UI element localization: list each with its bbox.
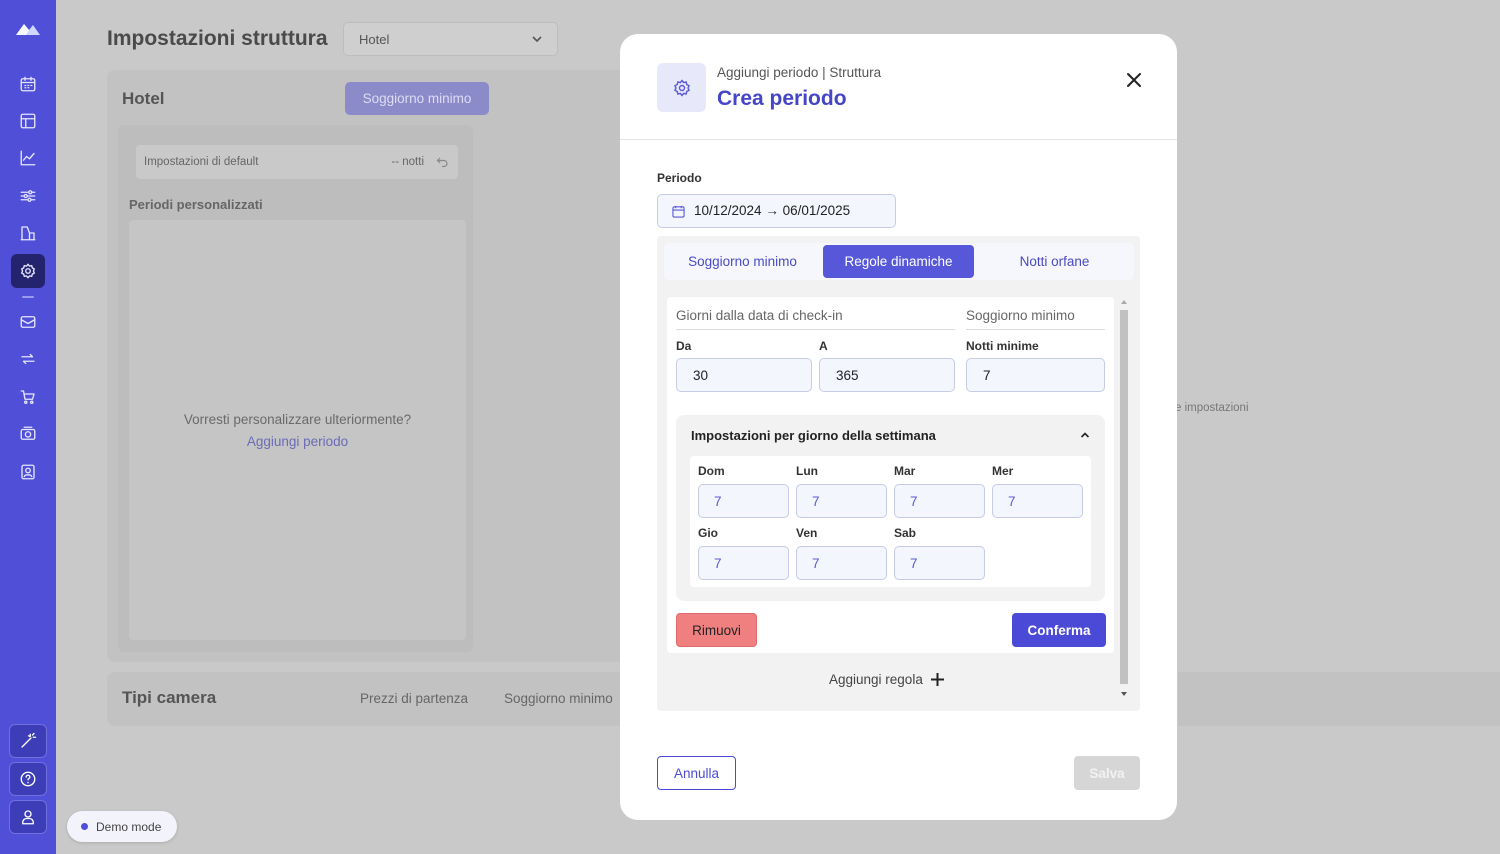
- modal-icon: [657, 63, 706, 112]
- layout-icon[interactable]: [11, 104, 45, 138]
- day-input-mon[interactable]: 7: [796, 484, 887, 518]
- cart-icon[interactable]: [11, 380, 45, 414]
- tab-starting-prices[interactable]: Prezzi di partenza: [360, 691, 468, 706]
- to-days-input[interactable]: 365: [819, 358, 955, 392]
- settings-hint: e impostazioni: [1175, 402, 1249, 414]
- room-types-title: Tipi camera: [122, 688, 217, 707]
- logo-icon: [16, 24, 40, 35]
- camera-icon[interactable]: [11, 417, 45, 451]
- buildings-icon[interactable]: [11, 216, 45, 250]
- period-date-range-field[interactable]: 10/12/2024 → 06/01/2025: [657, 194, 896, 228]
- day-label-sun: Dom: [698, 464, 725, 478]
- from-days-input[interactable]: 30: [676, 358, 812, 392]
- help-icon[interactable]: [9, 762, 47, 796]
- cancel-button[interactable]: Annulla: [657, 756, 736, 790]
- min-stay-header: Soggiorno minimo: [966, 308, 1075, 323]
- modal-divider: [620, 139, 1177, 140]
- tab-min-stay[interactable]: Soggiorno minimo: [504, 691, 613, 706]
- hotel-card-title: Hotel: [122, 89, 165, 108]
- to-label: A: [819, 339, 828, 353]
- modal-title: Crea periodo: [717, 87, 847, 110]
- rules-scrollbar[interactable]: [1118, 298, 1130, 704]
- demo-mode-label: Demo mode: [96, 819, 162, 834]
- save-button[interactable]: Salva: [1074, 756, 1140, 790]
- tab-min-stay[interactable]: Soggiorno minimo: [666, 245, 819, 278]
- default-settings-label: Impostazioni di default: [144, 156, 259, 168]
- min-stay-tab-button[interactable]: Soggiorno minimo: [345, 82, 489, 115]
- scroll-down-icon[interactable]: [1121, 692, 1127, 696]
- day-input-sun[interactable]: 7: [698, 484, 789, 518]
- calendar-icon[interactable]: [11, 67, 45, 101]
- create-period-modal: Aggiungi periodo | Struttura Crea period…: [620, 34, 1177, 820]
- add-rule-label: Aggiungi regola: [829, 672, 923, 687]
- add-period-link[interactable]: Aggiungi periodo: [129, 434, 466, 449]
- period-label: Periodo: [657, 171, 702, 185]
- remove-rule-button[interactable]: Rimuovi: [676, 613, 757, 647]
- confirm-rule-button[interactable]: Conferma: [1012, 613, 1106, 647]
- scroll-thumb[interactable]: [1120, 310, 1128, 684]
- chart-icon[interactable]: [11, 141, 45, 175]
- plus-icon: [930, 673, 944, 686]
- structure-select-value: Hotel: [359, 32, 390, 47]
- day-label-tue: Mar: [894, 464, 916, 478]
- undo-icon[interactable]: [436, 156, 448, 168]
- gear-icon[interactable]: [11, 254, 45, 288]
- min-nights-input[interactable]: 7: [966, 358, 1105, 392]
- day-label-wed: Mer: [992, 464, 1014, 478]
- default-settings-row[interactable]: Impostazioni di default -- notti: [136, 145, 458, 179]
- contact-icon[interactable]: [11, 455, 45, 489]
- day-label-fri: Ven: [796, 526, 818, 540]
- custom-periods-box: [129, 220, 466, 640]
- custom-periods-title: Periodi personalizzati: [129, 197, 263, 212]
- day-input-fri[interactable]: 7: [796, 546, 887, 580]
- day-label-thu: Gio: [698, 526, 718, 540]
- modal-breadcrumb: Aggiungi periodo | Struttura: [717, 65, 882, 80]
- room-types-card-right: [1178, 672, 1500, 726]
- structure-select[interactable]: Hotel: [343, 22, 558, 56]
- empty-state-text: Vorresti personalizzare ulteriormente?: [183, 412, 412, 427]
- from-label: Da: [676, 339, 692, 353]
- mail-icon[interactable]: [11, 305, 45, 339]
- day-input-sat[interactable]: 7: [894, 546, 985, 580]
- sliders-icon[interactable]: [11, 179, 45, 213]
- day-input-tue[interactable]: 7: [894, 484, 985, 518]
- sidebar-divider: [22, 296, 34, 298]
- calendar-icon: [672, 205, 685, 218]
- min-nights-label: Notti minime: [966, 339, 1039, 353]
- period-date-range-value: 10/12/2024 → 06/01/2025: [694, 203, 851, 218]
- day-input-thu[interactable]: 7: [698, 546, 789, 580]
- header-underline: [966, 329, 1105, 330]
- tab-dynamic-rules[interactable]: Regole dinamiche: [823, 245, 974, 278]
- checkin-days-header: Giorni dalla data di check-in: [676, 308, 843, 323]
- day-label-sat: Sab: [894, 526, 917, 540]
- sidebar: [0, 0, 56, 854]
- scroll-up-icon[interactable]: [1121, 300, 1127, 304]
- magic-wand-icon[interactable]: [9, 724, 47, 758]
- status-dot-icon: [81, 823, 88, 830]
- tab-orphan-nights[interactable]: Notti orfane: [978, 245, 1131, 278]
- default-settings-value: -- notti: [391, 156, 424, 168]
- gear-icon: [673, 78, 690, 97]
- sync-icon[interactable]: [11, 342, 45, 376]
- day-label-mon: Lun: [796, 464, 818, 478]
- demo-mode-badge[interactable]: Demo mode: [67, 811, 177, 842]
- user-icon[interactable]: [9, 800, 47, 834]
- day-input-wed[interactable]: 7: [992, 484, 1083, 518]
- header-underline: [676, 329, 955, 330]
- chevron-up-icon[interactable]: [1080, 430, 1090, 440]
- chevron-down-icon: [532, 36, 542, 43]
- close-icon[interactable]: [1125, 71, 1143, 89]
- page-title: Impostazioni struttura: [107, 27, 328, 50]
- weekday-settings-title[interactable]: Impostazioni per giorno della settimana: [691, 428, 936, 443]
- add-rule-button[interactable]: Aggiungi regola: [829, 672, 945, 687]
